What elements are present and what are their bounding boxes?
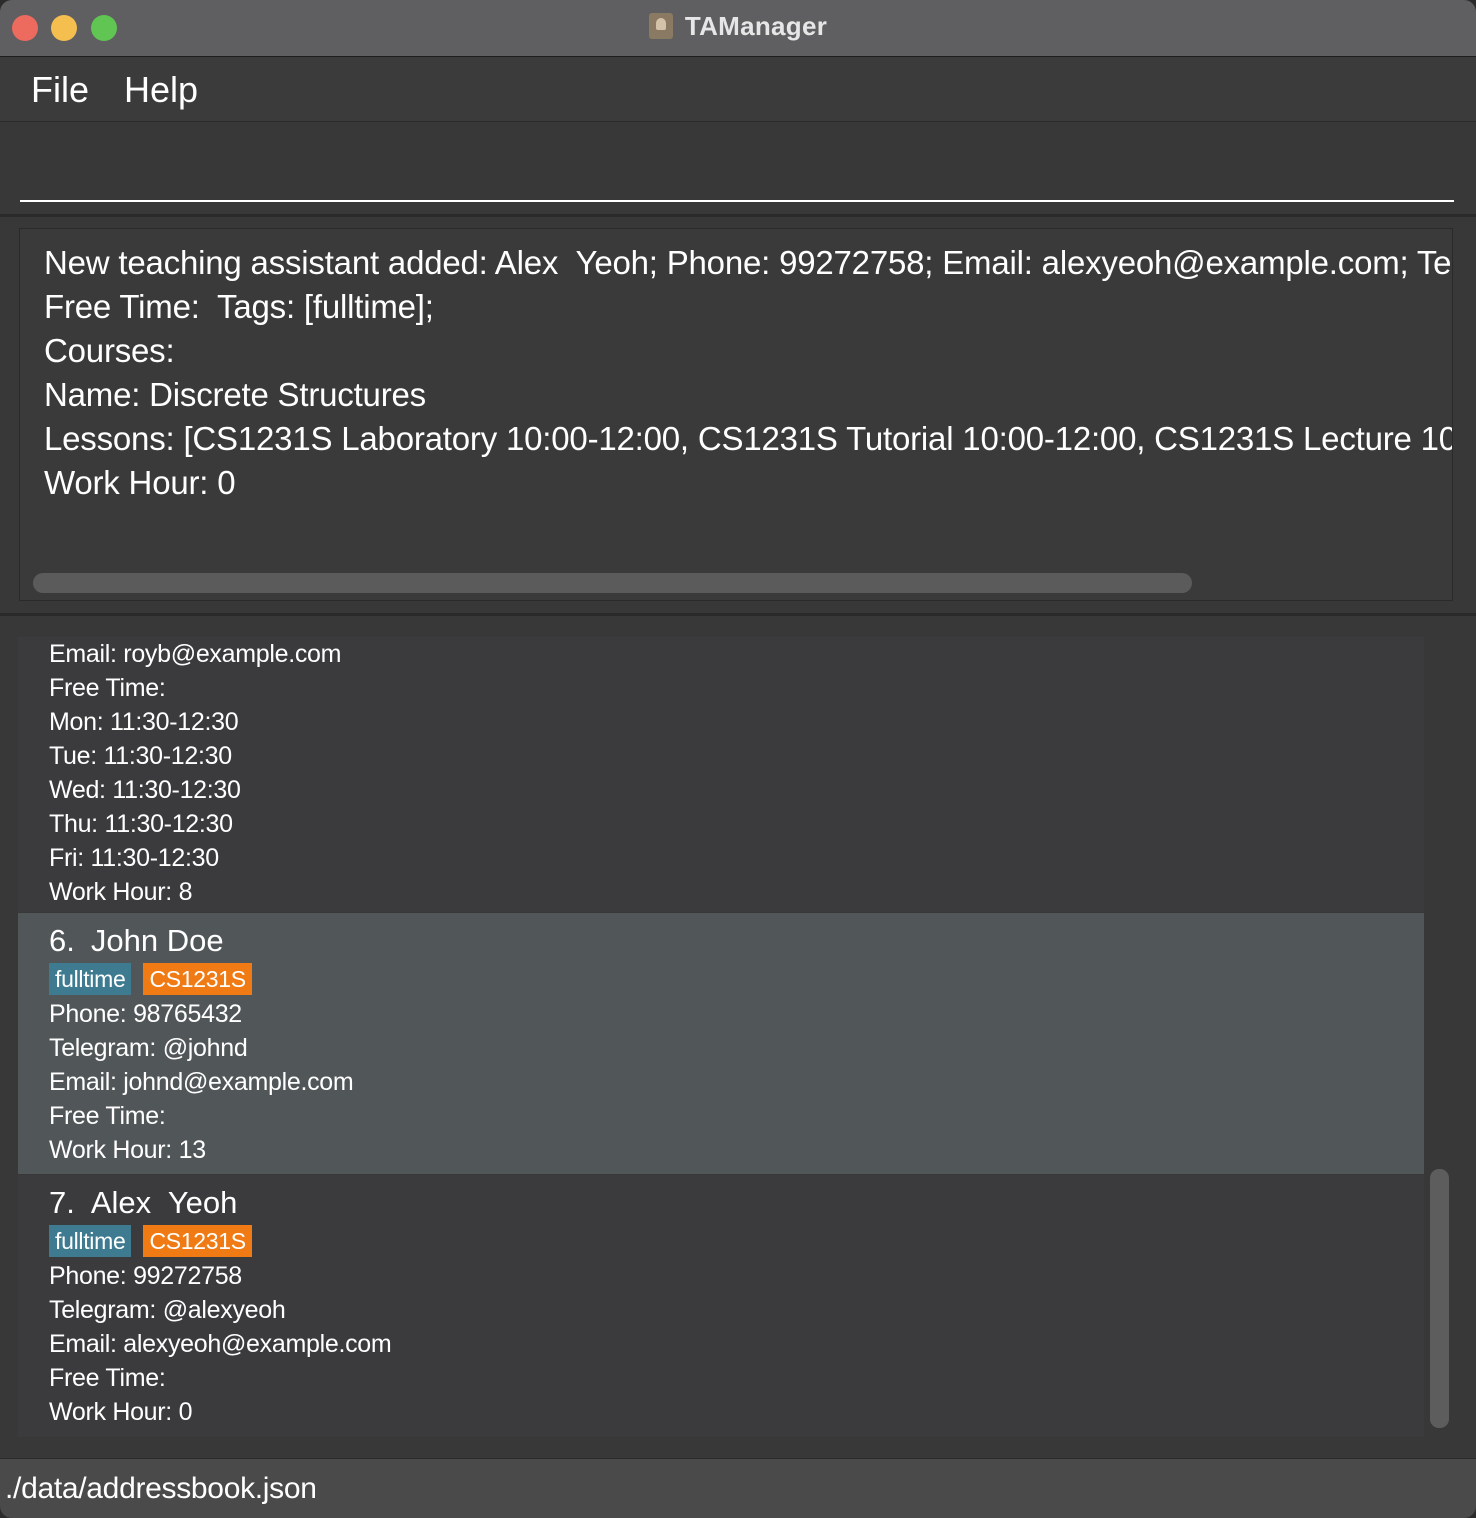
ta-name: 6. John Doe — [49, 921, 1424, 961]
ta-email: Email: johnd@example.com — [49, 1068, 354, 1096]
title-bar[interactable]: TAManager — [0, 0, 1476, 57]
app-window: TAManager File Help New teaching assista… — [0, 0, 1476, 1518]
ta-card-selected[interactable]: 6. John Doe fulltime CS1231S Phone: 987654… — [18, 913, 1424, 1174]
ta-name-text: Alex Yeoh — [90, 1185, 238, 1220]
menu-help[interactable]: Help — [124, 69, 198, 111]
result-line: Name: Discrete Structures — [44, 376, 426, 413]
window-title: TAManager — [684, 11, 828, 41]
result-line: Work Hour: 0 — [44, 464, 236, 501]
ta-phone: Phone: 98765432 — [49, 1000, 242, 1028]
command-box — [0, 122, 1476, 214]
ta-telegram: Telegram: @alexyeoh — [49, 1296, 286, 1324]
divider — [0, 214, 1476, 217]
window-title-wrap: TAManager — [0, 11, 1476, 42]
free-time-slot: Wed: 11:30-12:30 — [49, 776, 241, 804]
ta-phone: Phone: 99272758 — [49, 1262, 242, 1290]
result-display: New teaching assistant added: Alex Yeoh;… — [19, 228, 1453, 601]
vertical-scrollbar[interactable] — [1430, 1169, 1449, 1428]
menu-file[interactable]: File — [31, 69, 89, 111]
tag-fulltime: fulltime — [49, 1225, 132, 1257]
ta-email: Email: alexyeoh@example.com — [49, 1330, 392, 1358]
result-line: New teaching assistant added: Alex Yeoh;… — [44, 244, 1453, 281]
result-line: Lessons: [CS1231S Laboratory 10:00-12:00… — [44, 420, 1453, 457]
free-time-slot: Thu: 11:30-12:30 — [49, 810, 233, 838]
tag-fulltime: fulltime — [49, 963, 132, 995]
ta-tags: fulltime CS1231S — [49, 1225, 1424, 1259]
horizontal-scrollbar[interactable] — [33, 573, 1192, 593]
ta-card[interactable]: Email: royb@example.com Free Time: Mon: … — [18, 637, 1424, 912]
ta-list-panel: Email: royb@example.com Free Time: Mon: … — [0, 616, 1476, 1456]
status-bar: ./data/addressbook.json — [0, 1458, 1476, 1518]
free-time-slot: Fri: 11:30-12:30 — [49, 844, 219, 872]
ta-free-time: Free Time: — [49, 1364, 166, 1392]
result-line: Courses: — [44, 332, 175, 369]
ta-email: Email: royb@example.com — [49, 640, 342, 668]
ta-tags: fulltime CS1231S — [49, 963, 1424, 997]
free-time-slot: Tue: 11:30-12:30 — [49, 742, 232, 770]
ta-work-hour: Work Hour: 0 — [49, 1398, 193, 1426]
ta-index: 6. — [49, 923, 75, 958]
address-book-icon — [648, 13, 673, 39]
ta-name: 7. Alex Yeoh — [49, 1183, 1424, 1223]
free-time-slot: Mon: 11:30-12:30 — [49, 708, 239, 736]
ta-telegram: Telegram: @johnd — [49, 1034, 248, 1062]
ta-index: 7. — [49, 1185, 75, 1220]
command-input[interactable] — [20, 142, 1454, 202]
ta-free-time: Free Time: — [49, 674, 166, 702]
menu-bar: File Help — [0, 57, 1476, 122]
ta-work-hour: Work Hour: 8 — [49, 878, 193, 906]
ta-free-time: Free Time: — [49, 1102, 166, 1130]
result-text: New teaching assistant added: Alex Yeoh;… — [44, 241, 1453, 505]
data-file-path: ./data/addressbook.json — [5, 1472, 317, 1505]
ta-card[interactable]: 7. Alex Yeoh fulltime CS1231S Phone: 99272… — [18, 1175, 1424, 1437]
ta-list[interactable]: Email: royb@example.com Free Time: Mon: … — [18, 637, 1424, 1452]
tag-course: CS1231S — [143, 963, 252, 995]
ta-name-text: John Doe — [90, 923, 224, 958]
ta-work-hour: Work Hour: 13 — [49, 1136, 206, 1164]
tag-course: CS1231S — [143, 1225, 252, 1257]
result-line: Free Time: Tags: [fulltime]; — [44, 288, 434, 325]
